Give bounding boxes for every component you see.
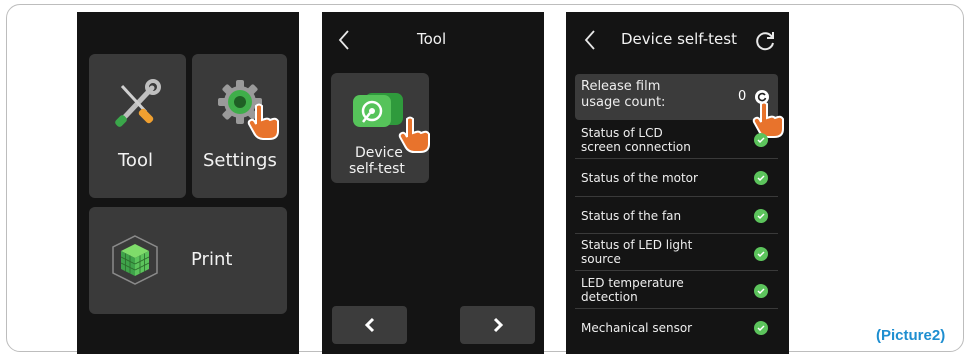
device-self-test-tile[interactable]: Device self-test	[331, 73, 430, 183]
page-title: Device self-test	[621, 30, 737, 48]
release-film-label-line1: Release film	[581, 79, 661, 94]
check-ok-icon	[754, 321, 768, 335]
back-arrow-icon[interactable]	[584, 29, 596, 51]
device-self-test-label-line1: Device	[355, 145, 403, 161]
check-ok-icon	[754, 171, 768, 185]
settings-tile[interactable]: Settings	[192, 54, 287, 198]
print-tile-label: Print	[191, 249, 233, 270]
check-ok-icon	[754, 133, 768, 147]
chevron-right-icon	[493, 317, 503, 333]
prev-page-button[interactable]	[332, 306, 407, 344]
check-row-led-light: Status of LED light source	[575, 234, 778, 271]
page-title: Tool	[417, 30, 447, 48]
check-label-line1: Status of LED light	[581, 238, 693, 252]
tool-header: Tool	[322, 12, 544, 70]
tool-tile-label: Tool	[118, 150, 153, 171]
device-self-test-label-line2: self-test	[349, 161, 405, 177]
release-film-row[interactable]: Release film usage count: 0	[575, 74, 784, 138]
figure-caption: (Picture2)	[876, 327, 946, 344]
check-label-line1: Status of LCD	[581, 126, 663, 140]
cube-icon	[112, 235, 158, 285]
check-row-motor: Status of the motor	[575, 159, 778, 197]
check-label-line2: screen connection	[581, 140, 691, 154]
tap-hand-icon	[247, 103, 279, 140]
settings-tile-label: Settings	[203, 150, 277, 171]
tool-tile[interactable]: Tool	[89, 54, 186, 198]
check-row-fan: Status of the fan	[575, 197, 778, 234]
check-label-line1: LED temperature	[581, 276, 684, 290]
check-ok-icon	[754, 284, 768, 298]
check-label-line1: Status of the fan	[581, 209, 682, 223]
refresh-icon[interactable]	[754, 30, 776, 52]
check-row-led-temp: LED temperature detection	[575, 271, 778, 309]
self-test-header: Device self-test	[566, 12, 789, 70]
check-label-line2: source	[581, 252, 621, 266]
release-film-label-line2: usage count:	[581, 95, 666, 110]
tool-screen: Tool Device self-test	[322, 12, 544, 354]
check-label-line2: detection	[581, 290, 638, 304]
check-label-line1: Status of the motor	[581, 171, 698, 185]
back-arrow-icon[interactable]	[338, 29, 350, 51]
check-ok-icon	[754, 247, 768, 261]
check-ok-icon	[754, 209, 768, 223]
chevron-left-icon	[364, 317, 374, 333]
print-tile[interactable]: Print	[89, 207, 287, 314]
main-menu-screen: Tool Settings Print	[77, 12, 299, 354]
next-page-button[interactable]	[460, 306, 535, 344]
check-label-line1: Mechanical sensor	[581, 321, 693, 335]
check-row-lcd: Status of LCD screen connection	[575, 122, 778, 159]
wrench-screwdriver-icon	[115, 79, 161, 127]
check-row-mechanical-sensor: Mechanical sensor	[575, 309, 778, 347]
device-self-test-screen: Device self-test Release film usage coun…	[566, 12, 789, 354]
release-film-count: 0	[738, 89, 747, 104]
